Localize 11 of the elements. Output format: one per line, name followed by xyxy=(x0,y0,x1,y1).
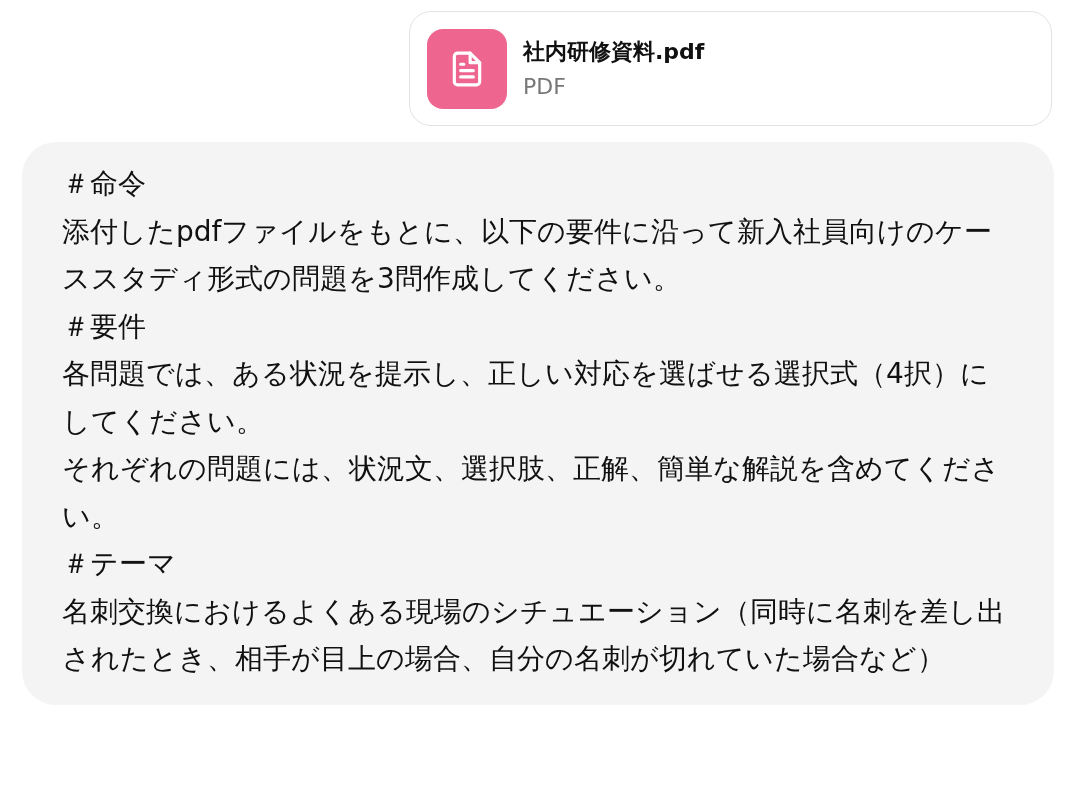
message-paragraph: 添付したpdfファイルをもとに、以下の要件に沿って新入社員向けのケーススタディ形式の問題を3問作成してください。 xyxy=(62,213,994,297)
message-paragraph: ＃テーマ xyxy=(62,546,177,582)
message-paragraph: それぞれの問題には、状況文、選択肢、正解、簡単な解説を含めてください。 xyxy=(62,451,1001,535)
file-icon xyxy=(427,28,507,109)
file-type: PDF xyxy=(523,72,567,101)
file-attachment-card[interactable]: 社内研修資料.pdf PDF xyxy=(409,11,1052,126)
file-name: 社内研修資料.pdf xyxy=(523,37,705,66)
message-paragraph: ＃要件 xyxy=(62,308,147,345)
message-paragraph: 名刺交換におけるよくある現場のシチュエーション（同時に名刺を差し出されたとき、相手が目上の場合、自分の名刺が切れていた場合など） xyxy=(62,593,1006,677)
message-paragraph: ＃命令 xyxy=(62,166,147,202)
message-paragraph: 各問題では、ある状況を提示し、正しい対応を選ばせる選択式（4択）にしてください。 xyxy=(62,356,990,440)
